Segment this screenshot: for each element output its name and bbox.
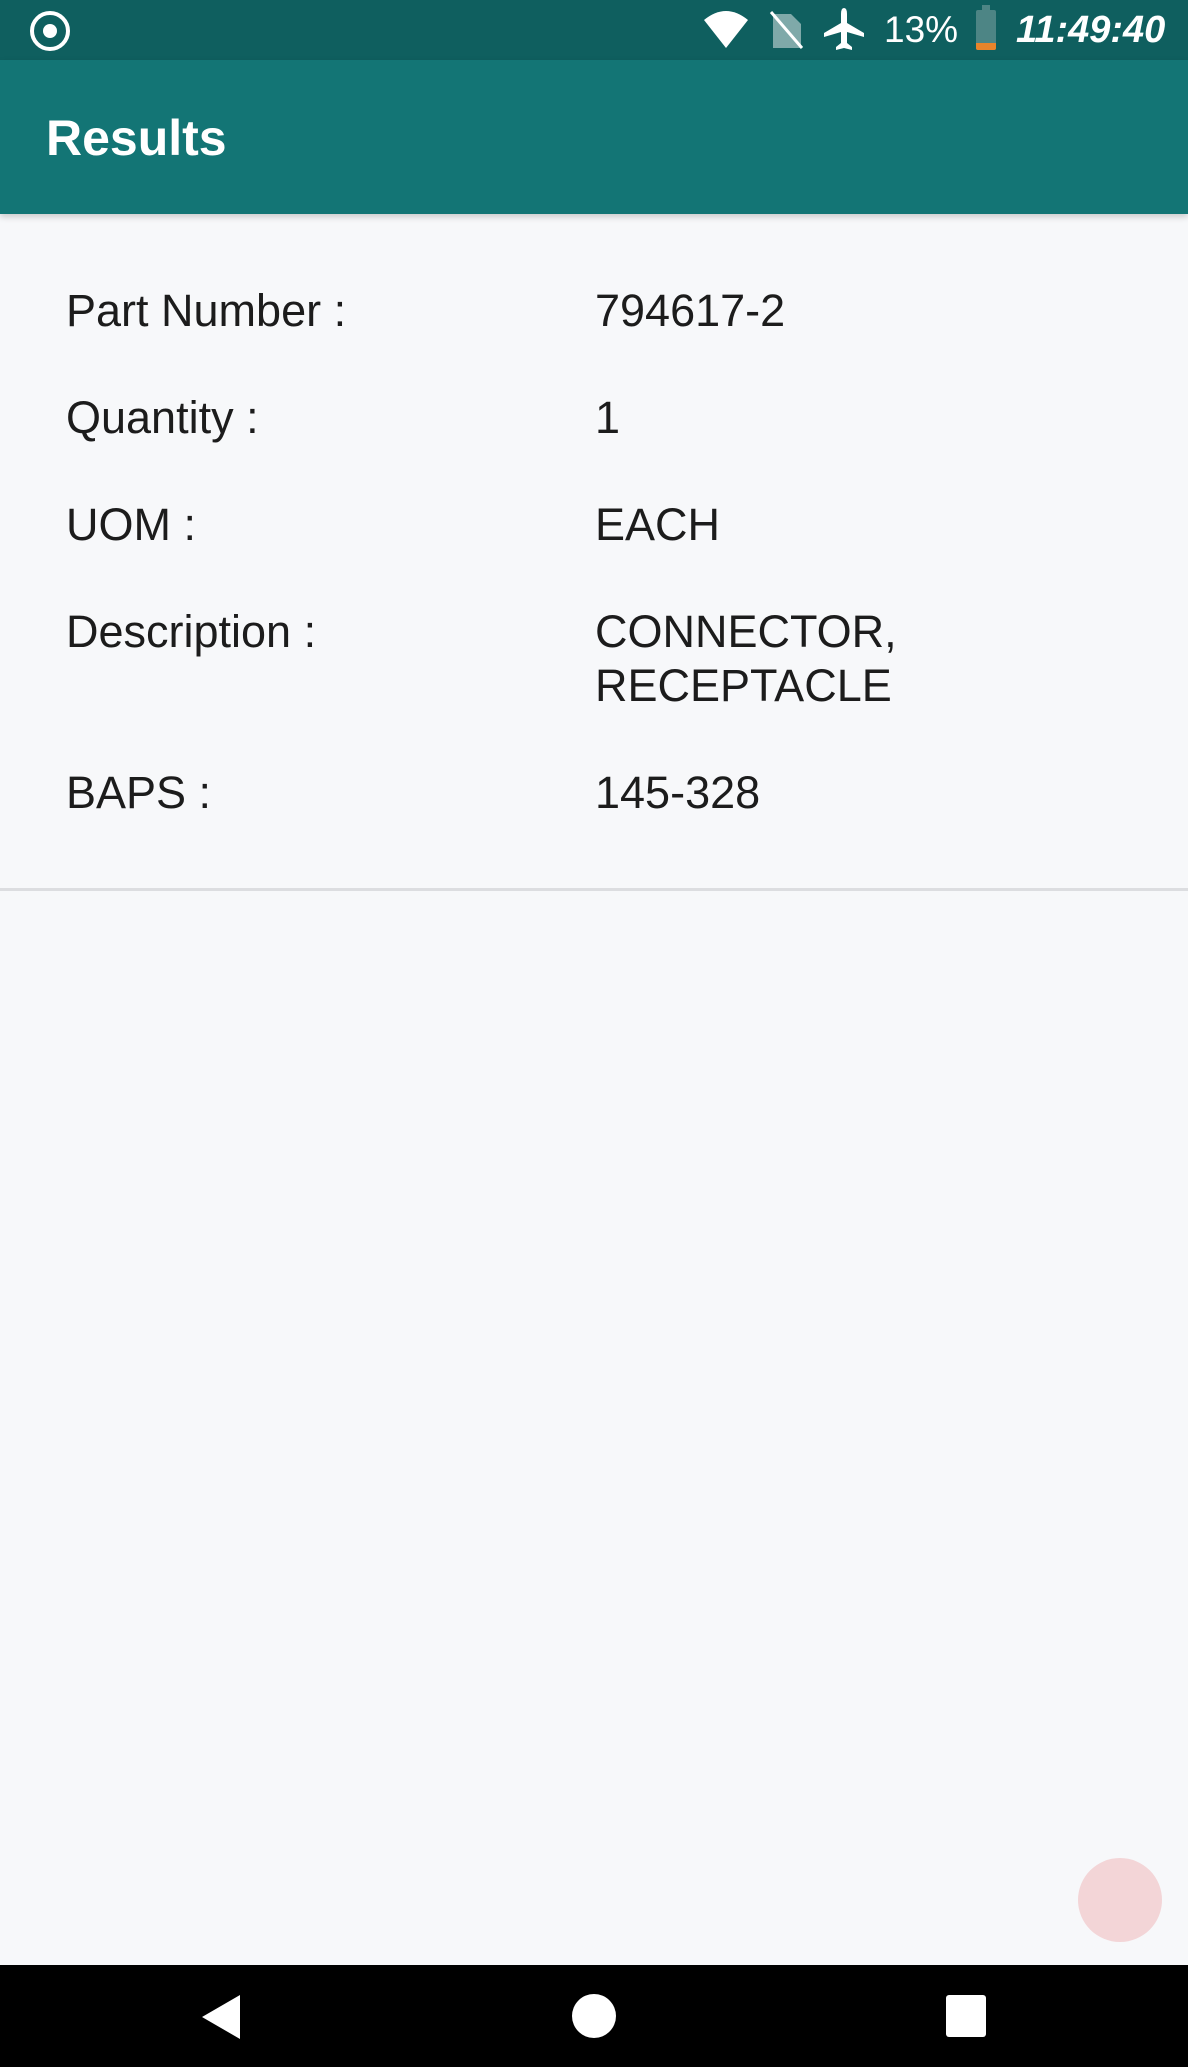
part-number-value: 794617-2 xyxy=(595,285,786,336)
target-icon xyxy=(30,11,70,51)
baps-value: 145-328 xyxy=(595,767,761,818)
battery-icon xyxy=(976,5,996,50)
clock: 11:49:40 xyxy=(1016,9,1166,51)
wifi-icon xyxy=(704,11,748,48)
home-icon[interactable] xyxy=(572,1994,616,2038)
recents-icon[interactable] xyxy=(946,1995,986,2037)
status-bar: 13% 11:49:40 xyxy=(0,0,1188,60)
back-icon[interactable] xyxy=(202,1995,240,2039)
uom-label: UOM : xyxy=(66,499,196,550)
baps-label: BAPS : xyxy=(66,767,212,818)
airplane-mode-icon xyxy=(824,8,864,50)
page-title: Results xyxy=(46,110,227,166)
quantity-value: 1 xyxy=(595,392,621,443)
description-label: Description : xyxy=(66,606,317,657)
result-details: Part Number : 794617-2 Quantity : 1 UOM … xyxy=(0,214,1188,891)
screen: 13% 11:49:40 Results Part Number : 79461… xyxy=(0,0,1188,2067)
description-value-line: RECEPTACLE xyxy=(595,660,892,711)
floating-action-button[interactable] xyxy=(1078,1858,1162,1942)
part-number-label: Part Number : xyxy=(66,285,347,336)
description-value: CONNECTOR, RECEPTACLE xyxy=(595,605,1135,713)
description-value-line: CONNECTOR, xyxy=(595,606,897,657)
uom-value: EACH xyxy=(595,499,721,550)
app-bar: Results xyxy=(0,60,1188,214)
no-sim-icon xyxy=(769,11,803,49)
battery-percent: 13% xyxy=(884,9,959,50)
navigation-bar xyxy=(0,1965,1188,2067)
quantity-label: Quantity : xyxy=(66,392,259,443)
